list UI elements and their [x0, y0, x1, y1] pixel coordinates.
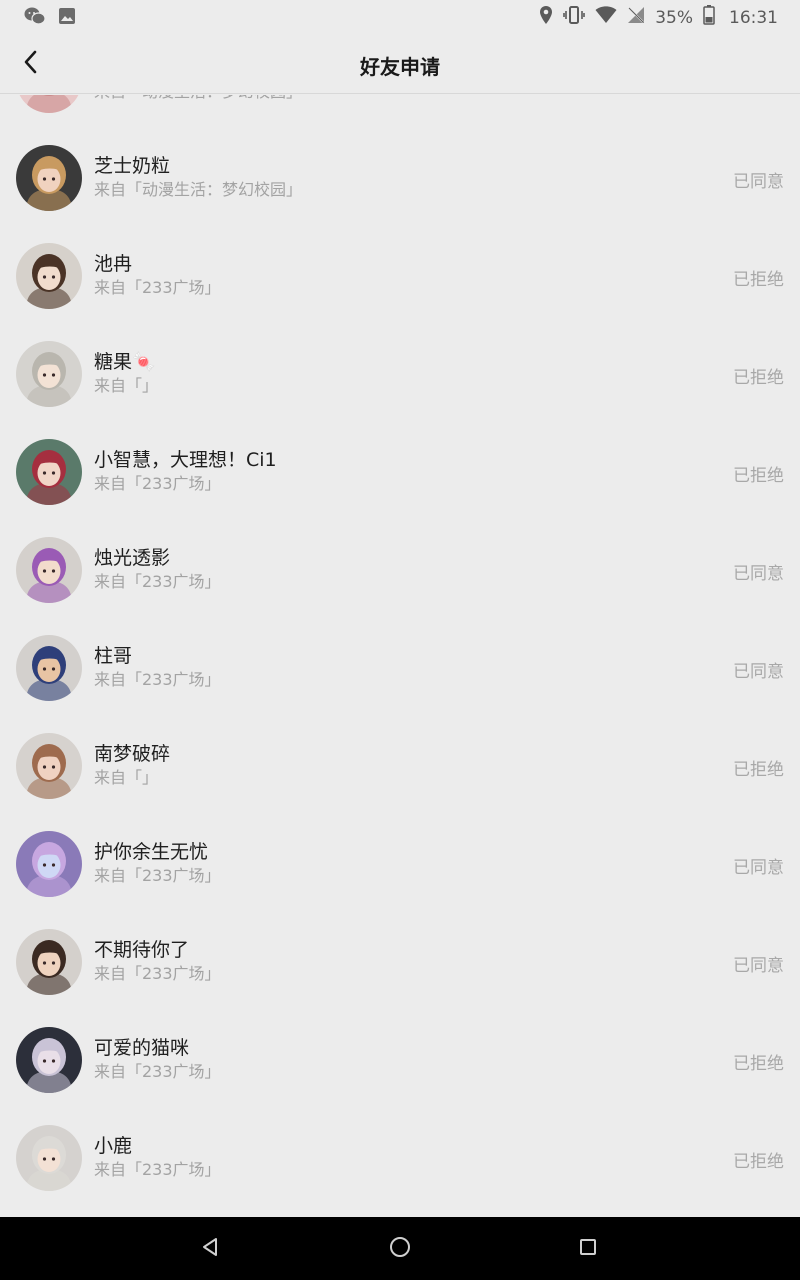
request-status: 已拒绝 — [733, 466, 784, 486]
request-row[interactable]: 芝士奶粒来自「动漫生活：梦幻校园」 已同意 — [0, 129, 800, 227]
request-status: 已同意 — [733, 662, 784, 682]
avatar[interactable] — [16, 439, 82, 505]
wechat-icon — [24, 6, 46, 30]
nav-recents-button[interactable] — [574, 1235, 602, 1263]
request-row[interactable]: 糖果🍬 来自「」 已拒绝 — [0, 325, 800, 423]
avatar[interactable] — [16, 1125, 82, 1191]
page-title: 好友申请 — [360, 55, 440, 79]
avatar[interactable] — [16, 635, 82, 701]
avatar[interactable] — [16, 95, 82, 113]
nav-back-button[interactable] — [196, 1235, 224, 1263]
request-status: 已拒绝 — [733, 760, 784, 780]
request-source: 来自「233广场」 — [94, 1160, 221, 1179]
request-source: 来自「」 — [94, 768, 159, 787]
avatar[interactable] — [16, 733, 82, 799]
request-source: 来自「」 — [94, 376, 159, 395]
requester-name: 小鹿 — [94, 1135, 133, 1157]
request-row[interactable]: 来自「动漫生活：梦幻校园」已同意 — [0, 95, 800, 129]
request-status: 已拒绝 — [733, 368, 784, 388]
request-status: 已拒绝 — [733, 1152, 784, 1172]
request-status: 已同意 — [733, 858, 784, 878]
triangle-back-icon — [200, 1237, 220, 1261]
request-status: 已同意 — [733, 564, 784, 584]
avatar[interactable] — [16, 243, 82, 309]
requester-name: 糖果🍬 — [94, 351, 156, 373]
requester-name: 南梦破碎 — [94, 743, 171, 765]
request-source: 来自「动漫生活：梦幻校园」 — [94, 180, 303, 199]
location-icon — [539, 5, 553, 30]
request-list-content: 来自「动漫生活：梦幻校园」已同意芝士奶粒来自「动漫生活：梦幻校园」已同意池冉来自… — [0, 95, 800, 1207]
request-row[interactable]: 可爱的猫咪来自「233广场」 已拒绝 — [0, 1011, 800, 1109]
request-status: 已拒绝 — [733, 270, 784, 290]
request-source: 来自「233广场」 — [94, 670, 221, 689]
request-status: 已同意 — [733, 956, 784, 976]
app-bar: 好友申请 — [0, 34, 800, 94]
request-row[interactable]: 护你余生无忧 来自「233广场」 已同意 — [0, 815, 800, 913]
request-row[interactable]: 池冉来自「233广场」 已拒绝 — [0, 227, 800, 325]
avatar[interactable] — [16, 929, 82, 995]
request-status: 已拒绝 — [733, 1054, 784, 1074]
request-source: 来自「233广场」 — [94, 278, 221, 297]
nav-home-button[interactable] — [386, 1235, 414, 1263]
request-source: 来自「233广场」 — [94, 474, 221, 493]
requester-name: 池冉 — [94, 253, 133, 275]
system-nav-bar — [0, 1217, 800, 1280]
requester-name: 小智慧，大理想！Ci1 — [94, 449, 277, 471]
clock: 16:31 — [729, 7, 778, 28]
circle-home-icon — [389, 1236, 411, 1262]
battery-percent: 35% — [655, 7, 693, 28]
request-source: 来自「233广场」 — [94, 964, 221, 983]
request-row[interactable]: 柱哥来自「233广场」 已同意 — [0, 619, 800, 717]
square-recents-icon — [579, 1238, 597, 1260]
avatar[interactable] — [16, 831, 82, 897]
vibrate-icon — [563, 5, 586, 30]
image-icon — [58, 7, 76, 29]
request-row[interactable]: 烛光透影来自「233广场」 已同意 — [0, 521, 800, 619]
avatar[interactable] — [16, 145, 82, 211]
status-right-icons: 35% 16:31 — [539, 5, 778, 30]
request-row[interactable]: 小智慧，大理想！Ci1 来自「233广场」 已拒绝 — [0, 423, 800, 521]
no-signal-icon — [627, 6, 645, 29]
requester-name: 柱哥 — [94, 645, 133, 667]
request-source: 来自「233广场」 — [94, 572, 221, 591]
friend-request-list[interactable]: 来自「动漫生活：梦幻校园」已同意芝士奶粒来自「动漫生活：梦幻校园」已同意池冉来自… — [0, 95, 800, 1217]
requester-name: 烛光透影 — [94, 547, 171, 569]
avatar[interactable] — [16, 341, 82, 407]
wifi-icon — [595, 6, 617, 29]
avatar[interactable] — [16, 537, 82, 603]
requester-name: 可爱的猫咪 — [94, 1037, 190, 1059]
request-source: 来自「动漫生活：梦幻校园」 — [94, 95, 302, 102]
status-bar: 35% 16:31 — [0, 0, 800, 34]
request-source: 来自「233广场」 — [94, 1062, 221, 1081]
avatar[interactable] — [16, 1027, 82, 1093]
request-status: 已同意 — [733, 172, 784, 192]
requester-name: 不期待你了 — [94, 939, 190, 961]
requester-name: 护你余生无忧 — [94, 841, 209, 863]
request-row[interactable]: 小鹿来自「233广场」 已拒绝 — [0, 1109, 800, 1207]
requester-name: 芝士奶粒 — [94, 155, 171, 177]
request-row[interactable]: 南梦破碎来自「」 已拒绝 — [0, 717, 800, 815]
request-row[interactable]: 不期待你了来自「233广场」 已同意 — [0, 913, 800, 1011]
battery-icon — [703, 5, 715, 30]
request-source: 来自「233广场」 — [94, 866, 221, 885]
status-left-icons — [24, 6, 76, 30]
